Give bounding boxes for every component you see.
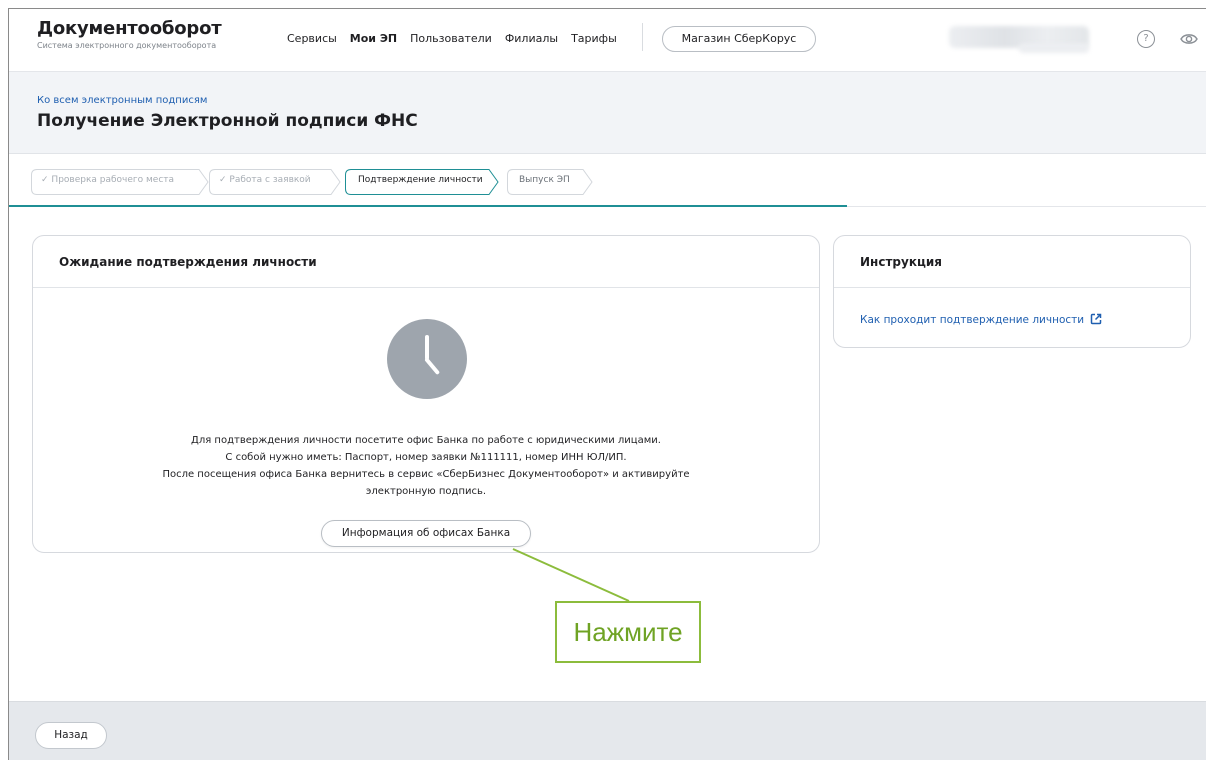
step-text: Подтверждение личности xyxy=(358,175,483,185)
nav-item-services[interactable]: Сервисы xyxy=(287,32,337,45)
card-title: Инструкция xyxy=(834,236,1190,288)
check-icon: ✓ xyxy=(219,175,227,185)
store-button[interactable]: Магазин СберКорус xyxy=(662,26,816,52)
step-application[interactable]: ✓ Работа с заявкой xyxy=(209,169,341,195)
instructions-line: С собой нужно иметь: Паспорт, номер заяв… xyxy=(225,452,627,463)
clock-icon xyxy=(387,319,467,399)
link-text: Как проходит подтверждение личности xyxy=(860,314,1085,326)
instructions-line: Для подтверждения личности посетите офис… xyxy=(191,435,661,446)
step-identity[interactable]: Подтверждение личности xyxy=(345,169,499,195)
step-issue[interactable]: Выпуск ЭП xyxy=(507,169,593,195)
step-label: ✓ Проверка рабочего места xyxy=(41,175,174,185)
card-title: Ожидание подтверждения личности xyxy=(33,236,819,288)
page-title: Получение Электронной подписи ФНС xyxy=(37,111,418,131)
brand[interactable]: Документооборот Система электронного док… xyxy=(37,18,222,52)
instruction-card: Инструкция Как проходит подтверждение ли… xyxy=(833,235,1191,348)
app-window: Документооборот Система электронного док… xyxy=(8,8,1206,760)
steps-track-line xyxy=(847,206,1206,207)
step-workplace-check[interactable]: ✓ Проверка рабочего места xyxy=(31,169,209,195)
external-link-icon xyxy=(1090,313,1102,325)
nav-item-my-signatures[interactable]: Мои ЭП xyxy=(350,32,397,45)
step-text: Выпуск ЭП xyxy=(519,175,570,185)
step-label: ✓ Работа с заявкой xyxy=(219,175,311,185)
back-button[interactable]: Назад xyxy=(35,722,107,749)
nav-item-branches[interactable]: Филиалы xyxy=(505,32,558,45)
footer-bar: Назад xyxy=(9,701,1206,760)
identity-instruction-link[interactable]: Как проходит подтверждение личности xyxy=(860,313,1102,326)
instructions-line: После посещения офиса Банка вернитесь в … xyxy=(162,469,690,480)
nav-item-tariffs[interactable]: Тарифы xyxy=(571,32,617,45)
eye-icon[interactable] xyxy=(1179,30,1199,48)
identity-wait-card: Ожидание подтверждения личности Для подт… xyxy=(32,235,820,553)
brand-title: Документооборот xyxy=(37,18,222,39)
top-header: Документооборот Система электронного док… xyxy=(9,9,1206,72)
title-band: Ко всем электронным подписям Получение Э… xyxy=(9,72,1206,154)
user-menu-subline xyxy=(1019,43,1089,53)
question-circle-icon[interactable]: ? xyxy=(1137,30,1155,48)
steps-progress-line xyxy=(9,205,847,207)
check-icon: ✓ xyxy=(41,175,49,185)
instructions-text: Для подтверждения личности посетите офис… xyxy=(33,432,819,500)
step-text: Работа с заявкой xyxy=(229,175,311,185)
back-to-signatures-link[interactable]: Ко всем электронным подписям xyxy=(37,95,207,106)
main-nav: Сервисы Мои ЭП Пользователи Филиалы Тари… xyxy=(287,32,617,45)
bank-offices-button[interactable]: Информация об офисах Банка xyxy=(321,520,531,547)
nav-item-users[interactable]: Пользователи xyxy=(410,32,492,45)
instructions-line: электронную подпись. xyxy=(365,486,487,497)
step-text: Проверка рабочего места xyxy=(51,175,175,185)
nav-divider xyxy=(642,23,643,51)
callout-label: Нажмите xyxy=(555,601,701,663)
brand-subtitle: Система электронного документооборота xyxy=(37,41,217,50)
